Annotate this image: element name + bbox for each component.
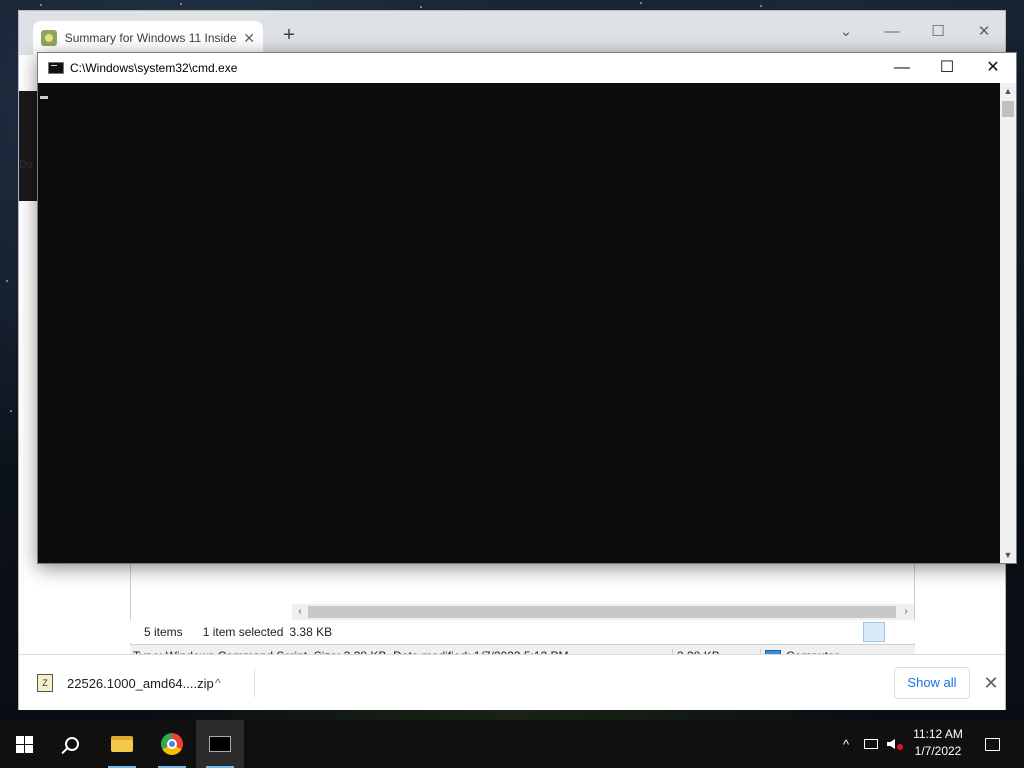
scroll-up-icon[interactable]: ▲ xyxy=(1000,83,1016,99)
new-tab-button[interactable]: + xyxy=(277,23,301,47)
download-file-name: 22526.1000_amd64....zip xyxy=(67,675,214,691)
taskbar-cmd[interactable] xyxy=(196,720,244,768)
browser-minimize-button[interactable]: — xyxy=(869,17,915,47)
selection-size: 3.38 KB xyxy=(289,625,333,639)
cmd-maximize-button[interactable]: ☐ xyxy=(924,53,970,83)
cmd-minimize-button[interactable]: — xyxy=(879,53,925,83)
scroll-down-icon[interactable]: ▼ xyxy=(1000,547,1016,563)
scroll-left-icon[interactable]: ‹ xyxy=(292,604,308,620)
download-item[interactable]: Z 22526.1000_amd64....zip ^ xyxy=(37,669,255,697)
cmd-close-button[interactable]: ✕ xyxy=(970,53,1016,83)
cmd-icon xyxy=(209,736,231,752)
large-icons-view-button[interactable] xyxy=(887,622,909,642)
page-side-text: Da xyxy=(19,159,34,171)
cmd-title-bar[interactable]: C:\Windows\system32\cmd.exe — ☐ ✕ xyxy=(38,53,1016,83)
close-download-bar-icon[interactable]: ✕ xyxy=(979,669,1003,697)
details-view-button[interactable] xyxy=(863,622,885,642)
notification-center-icon[interactable] xyxy=(980,720,1004,768)
scrollbar-thumb[interactable] xyxy=(308,606,896,618)
search-button[interactable] xyxy=(48,720,96,768)
view-toggle xyxy=(863,622,909,642)
clock-date: 1/7/2022 xyxy=(914,744,962,758)
browser-close-button[interactable]: ✕ xyxy=(961,17,1007,47)
taskbar-chrome[interactable] xyxy=(148,720,196,768)
cmd-vertical-scrollbar[interactable]: ▲ ▼ xyxy=(1000,83,1016,563)
tab-title: Summary for Windows 11 Inside xyxy=(64,31,237,45)
clock-time: 11:12 AM xyxy=(913,727,963,741)
download-bar: Z 22526.1000_amd64....zip ^ Show all ✕ xyxy=(19,654,1005,710)
taskbar-file-explorer[interactable] xyxy=(98,720,146,768)
browser-tab[interactable]: Summary for Windows 11 Inside ✕ xyxy=(33,21,263,55)
selection-count: 1 item selected xyxy=(202,625,284,639)
tray-overflow-icon[interactable]: ^ xyxy=(836,720,856,768)
cmd-scrollbar-thumb[interactable] xyxy=(1002,101,1014,117)
network-icon[interactable] xyxy=(860,720,882,768)
volume-muted-icon[interactable] xyxy=(884,720,906,768)
tab-close-icon[interactable]: ✕ xyxy=(243,30,255,47)
horizontal-scrollbar[interactable]: ‹ › xyxy=(292,604,914,620)
taskbar: ^ 11:12 AM 1/7/2022 xyxy=(0,720,1024,768)
show-all-button[interactable]: Show all xyxy=(894,667,970,699)
scroll-right-icon[interactable]: › xyxy=(898,604,914,620)
tab-search-button[interactable]: ⌄ xyxy=(823,17,869,47)
item-count: 5 items xyxy=(144,625,183,639)
explorer-status-bar: 5 items 1 item selected 3.38 KB xyxy=(130,621,915,643)
site-favicon-icon xyxy=(41,30,57,46)
browser-tab-strip: Summary for Windows 11 Inside ✕ + ⌄ — ☐ … xyxy=(19,11,1005,55)
cmd-window: C:\Windows\system32\cmd.exe — ☐ ✕ ▲ ▼ xyxy=(37,52,1017,564)
text-cursor xyxy=(40,96,48,99)
cmd-app-icon[interactable] xyxy=(48,62,64,74)
windows-logo-icon xyxy=(15,735,33,753)
folder-icon xyxy=(111,736,133,752)
cmd-console-area[interactable] xyxy=(38,83,1000,563)
chevron-up-icon[interactable]: ^ xyxy=(215,676,221,690)
start-button[interactable] xyxy=(0,720,48,768)
search-icon xyxy=(65,737,79,751)
browser-maximize-button[interactable]: ☐ xyxy=(915,17,961,47)
taskbar-clock[interactable]: 11:12 AM 1/7/2022 xyxy=(906,726,970,760)
zip-file-icon: Z xyxy=(37,674,53,692)
chrome-icon xyxy=(161,733,183,755)
cmd-window-title: C:\Windows\system32\cmd.exe xyxy=(70,61,238,75)
